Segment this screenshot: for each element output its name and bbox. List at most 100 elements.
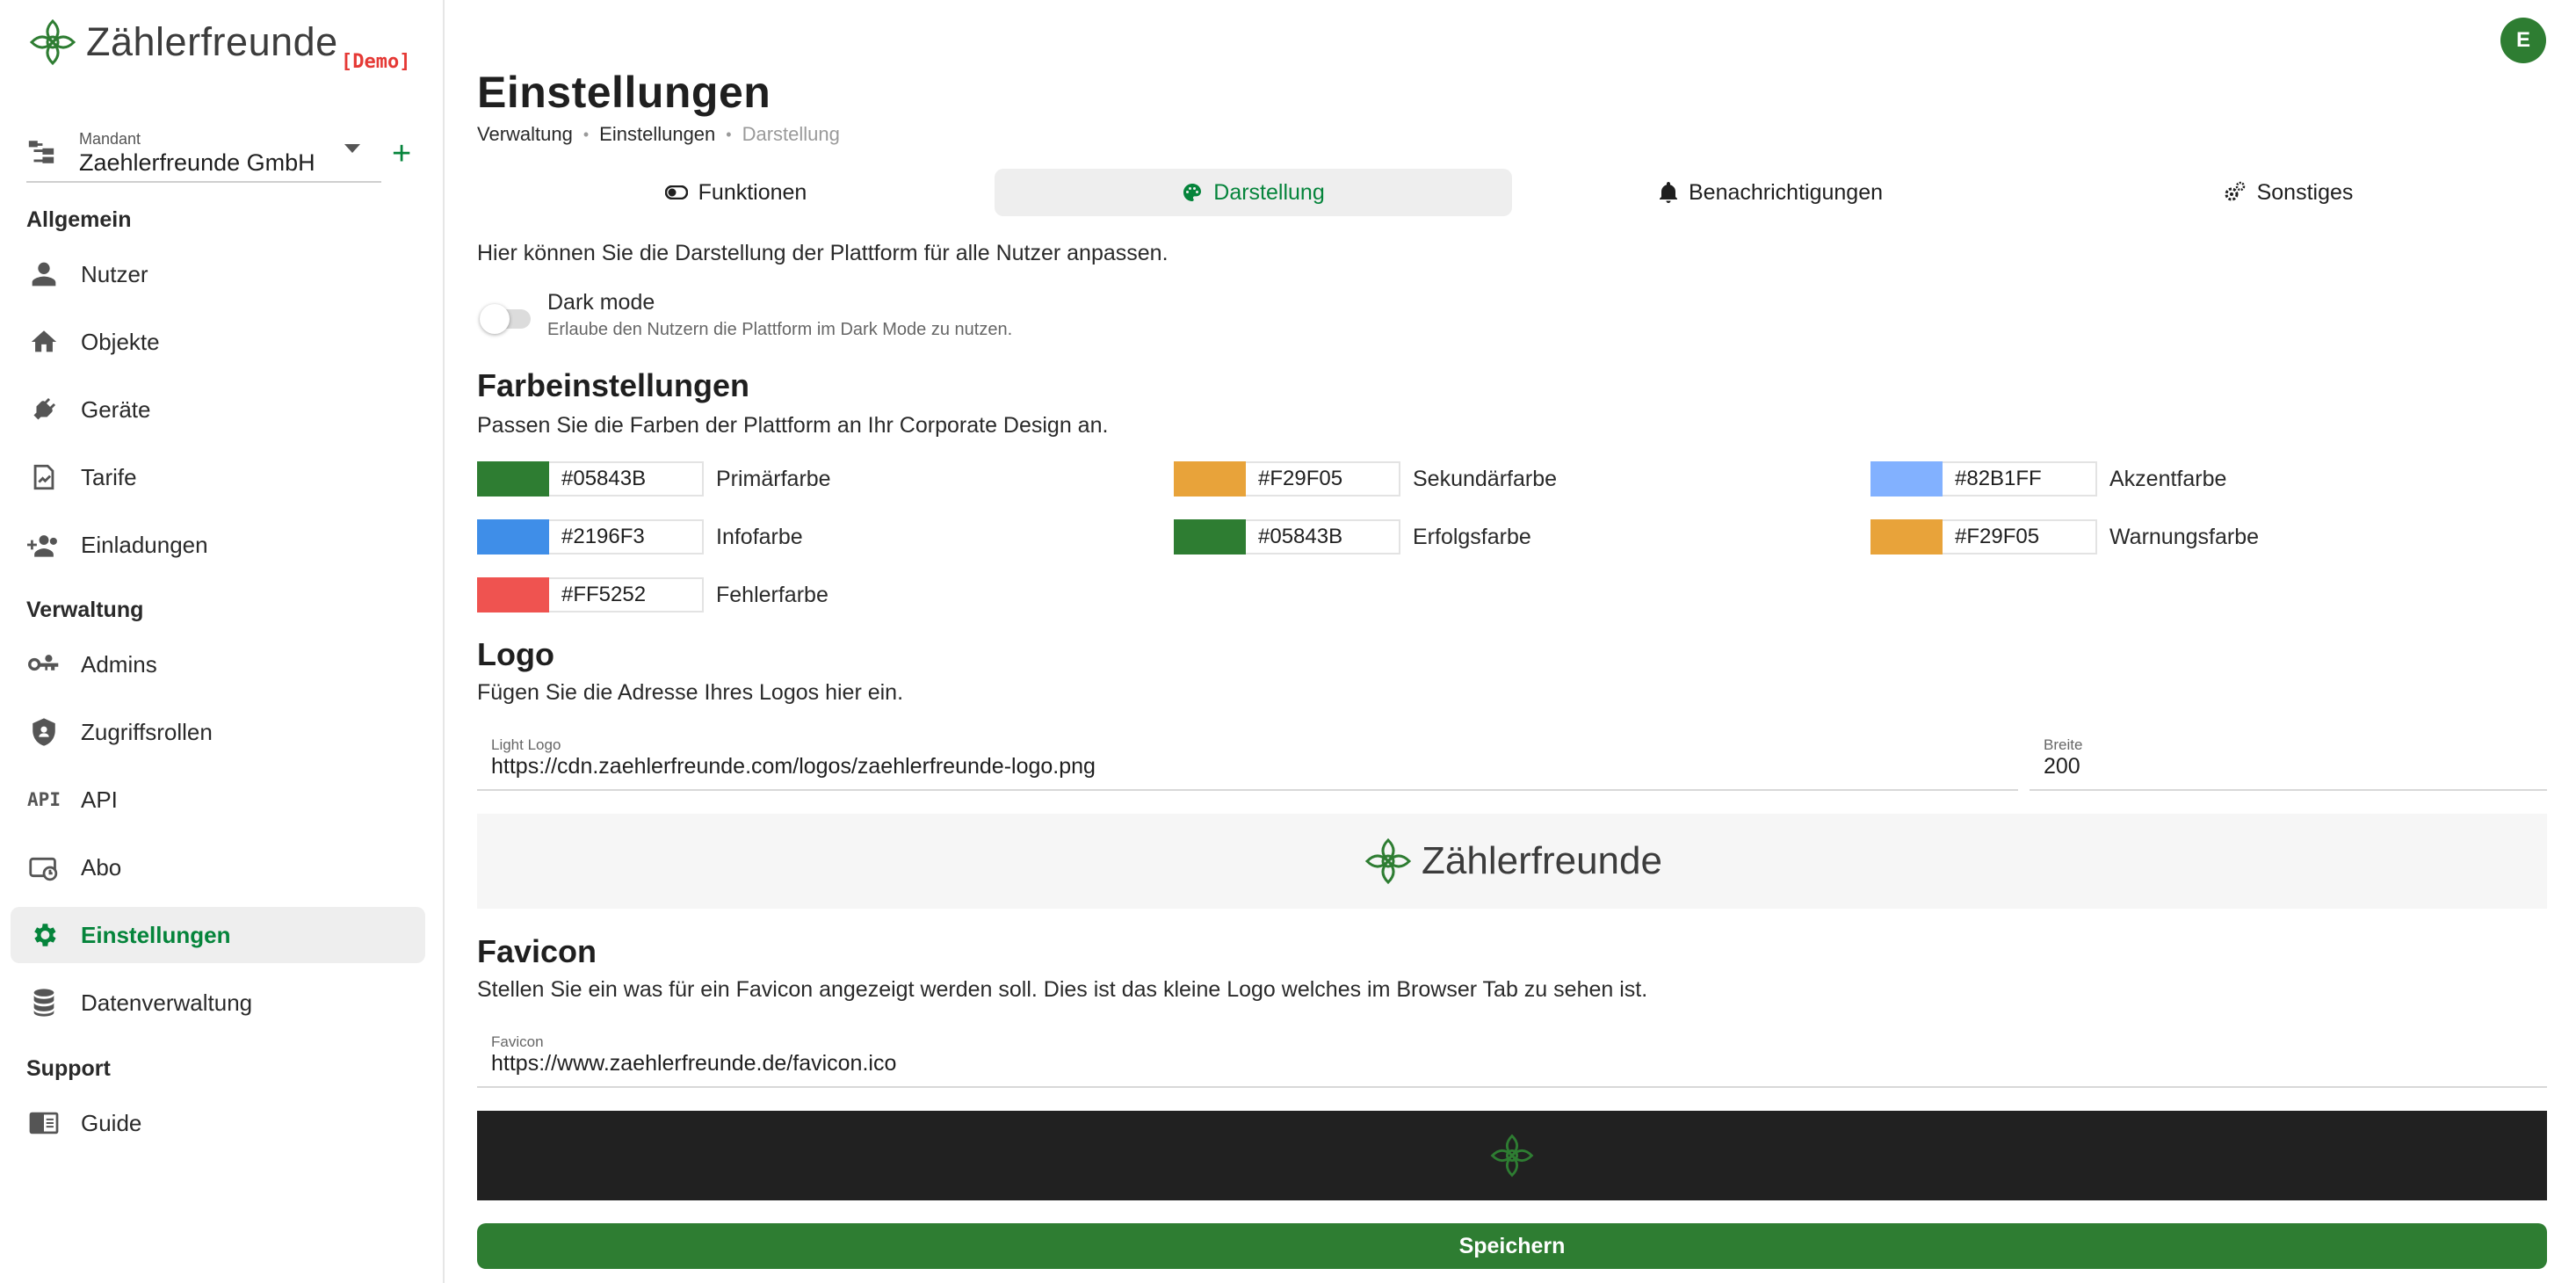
tab-funktionen[interactable]: Funktionen <box>477 169 995 216</box>
color-name: Sekundärfarbe <box>1413 466 1558 491</box>
color-name: Primärfarbe <box>716 466 831 491</box>
breadcrumb-separator: • <box>582 125 590 143</box>
book-icon <box>26 1105 62 1141</box>
sidebar-item-zugriffsrollen[interactable]: Zugriffsrollen <box>11 704 425 760</box>
dark-mode-description: Erlaube den Nutzern die Plattform im Dar… <box>547 320 1013 339</box>
tab-label: Darstellung <box>1213 179 1325 205</box>
field-value[interactable]: 200 <box>2044 754 2080 779</box>
gear-icon <box>26 917 62 953</box>
color-hex-input[interactable]: #82B1FF <box>1943 461 2097 497</box>
shield-icon <box>26 714 62 750</box>
sidebar-item-label: Einstellungen <box>81 921 231 948</box>
tab-sonstiges[interactable]: Sonstiges <box>2030 169 2547 216</box>
sidebar-item-api[interactable]: API API <box>11 772 425 828</box>
color-success[interactable]: #05843B Erfolgsfarbe <box>1174 518 1531 555</box>
logo-preview: Zählerfreunde <box>477 814 2547 909</box>
sidebar-item-label: Nutzer <box>81 260 148 287</box>
favicon-title: Favicon <box>477 933 597 969</box>
color-hex-input[interactable]: #FF5252 <box>549 577 704 613</box>
field-value[interactable]: https://cdn.zaehlerfreunde.com/logos/zae… <box>491 754 1096 779</box>
sidebar-item-geraete[interactable]: Geräte <box>11 381 425 438</box>
sidebar-item-abo[interactable]: Abo <box>11 839 425 895</box>
tenant-caption: Mandant <box>79 130 141 148</box>
tab-darstellung[interactable]: Darstellung <box>995 169 1512 216</box>
sidebar-item-label: Geräte <box>81 395 151 423</box>
sidebar-item-objekte[interactable]: Objekte <box>11 314 425 370</box>
key-icon <box>26 647 62 682</box>
breadcrumb-item[interactable]: Einstellungen <box>599 123 715 146</box>
color-hex-input[interactable]: #F29F05 <box>1246 461 1400 497</box>
app-logo[interactable]: Zählerfreunde <box>26 16 338 69</box>
save-button[interactable]: Speichern <box>477 1223 2547 1269</box>
color-primary[interactable]: #05843B Primärfarbe <box>477 460 831 497</box>
field-value[interactable]: https://www.zaehlerfreunde.de/favicon.ic… <box>491 1051 896 1076</box>
color-accent[interactable]: #82B1FF Akzentfarbe <box>1870 460 2226 497</box>
sidebar-item-nutzer[interactable]: Nutzer <box>11 246 425 302</box>
color-swatch[interactable] <box>477 577 549 613</box>
color-hex-input[interactable]: #05843B <box>549 461 704 497</box>
dark-mode-toggle[interactable] <box>480 304 531 334</box>
sidebar-item-label: Tarife <box>81 463 137 490</box>
tab-benachrichtigungen[interactable]: Benachrichtigungen <box>1512 169 2030 216</box>
color-swatch[interactable] <box>1174 461 1246 497</box>
logo-title: Logo <box>477 636 554 672</box>
sidebar-item-label: Einladungen <box>81 531 208 558</box>
color-swatch[interactable] <box>477 519 549 555</box>
clover-logo-icon <box>1490 1134 1534 1178</box>
color-hex-input[interactable]: #05843B <box>1246 519 1400 555</box>
sidebar-item-label: Zugriffsrollen <box>81 718 213 745</box>
subscription-icon <box>26 850 62 885</box>
color-hex-input[interactable]: #2196F3 <box>549 519 704 555</box>
color-hex-input[interactable]: #F29F05 <box>1943 519 2097 555</box>
sidebar-item-admins[interactable]: Admins <box>11 636 425 692</box>
sidebar-item-einstellungen[interactable]: Einstellungen <box>11 907 425 963</box>
settings-tabs: Funktionen Darstellung Benachrichtigunge… <box>477 169 2547 216</box>
favicon-url-field[interactable]: Favicon https://www.zaehlerfreunde.de/fa… <box>477 1033 2547 1088</box>
breadcrumb-separator: • <box>726 125 732 143</box>
logo-description: Fügen Sie die Adresse Ihres Logos hier e… <box>477 680 904 705</box>
color-name: Infofarbe <box>716 524 803 549</box>
light-logo-url-field[interactable]: Light Logo https://cdn.zaehlerfreunde.co… <box>477 736 2018 791</box>
color-info[interactable]: #2196F3 Infofarbe <box>477 518 803 555</box>
sidebar-item-tarife[interactable]: Tarife <box>11 449 425 505</box>
nav-section-support: Support <box>26 1056 111 1081</box>
breadcrumb-current: Darstellung <box>742 123 840 145</box>
sidebar-item-label: Guide <box>81 1109 142 1136</box>
color-swatch[interactable] <box>1174 519 1246 555</box>
database-icon <box>26 985 62 1020</box>
color-name: Fehlerfarbe <box>716 582 829 607</box>
logo-preview-text: Zählerfreunde <box>1422 839 1662 882</box>
chart-file-icon <box>26 460 62 495</box>
plug-icon <box>26 392 62 427</box>
color-swatch[interactable] <box>477 461 549 497</box>
favicon-preview <box>477 1111 2547 1200</box>
color-warning[interactable]: #F29F05 Warnungsfarbe <box>1870 518 2259 555</box>
sidebar-item-einladungen[interactable]: Einladungen <box>11 517 425 573</box>
tenant-value: Zaehlerfreunde GmbH <box>79 149 315 176</box>
nav-section-allgemein: Allgemein <box>26 207 132 232</box>
api-icon: API <box>27 789 61 810</box>
breadcrumb: Verwaltung • Einstellungen • Darstellung <box>477 123 840 146</box>
tenant-select[interactable]: Mandant Zaehlerfreunde GmbH <box>26 125 381 183</box>
toggle-icon <box>664 185 688 199</box>
bell-icon <box>1659 182 1678 203</box>
clover-logo-icon <box>1364 837 1412 885</box>
field-label: Favicon <box>491 1033 544 1050</box>
add-tenant-button[interactable]: + <box>392 137 411 170</box>
gears-icon <box>2224 181 2247 204</box>
favicon-description: Stellen Sie ein was für ein Favicon ange… <box>477 977 1648 1002</box>
field-label: Light Logo <box>491 736 561 753</box>
color-swatch[interactable] <box>1870 461 1943 497</box>
user-avatar[interactable]: E <box>2500 18 2546 63</box>
color-swatch[interactable] <box>1870 519 1943 555</box>
logo-width-field[interactable]: Breite 200 <box>2030 736 2547 791</box>
breadcrumb-item[interactable]: Verwaltung <box>477 123 573 146</box>
colors-title: Farbeinstellungen <box>477 367 750 403</box>
color-secondary[interactable]: #F29F05 Sekundärfarbe <box>1174 460 1557 497</box>
color-error[interactable]: #FF5252 Fehlerfarbe <box>477 576 829 613</box>
tab-label: Funktionen <box>698 179 807 205</box>
sidebar-item-datenverwaltung[interactable]: Datenverwaltung <box>11 975 425 1031</box>
person-icon <box>26 257 62 292</box>
nav-section-verwaltung: Verwaltung <box>26 598 144 622</box>
sidebar-item-guide[interactable]: Guide <box>11 1095 425 1151</box>
